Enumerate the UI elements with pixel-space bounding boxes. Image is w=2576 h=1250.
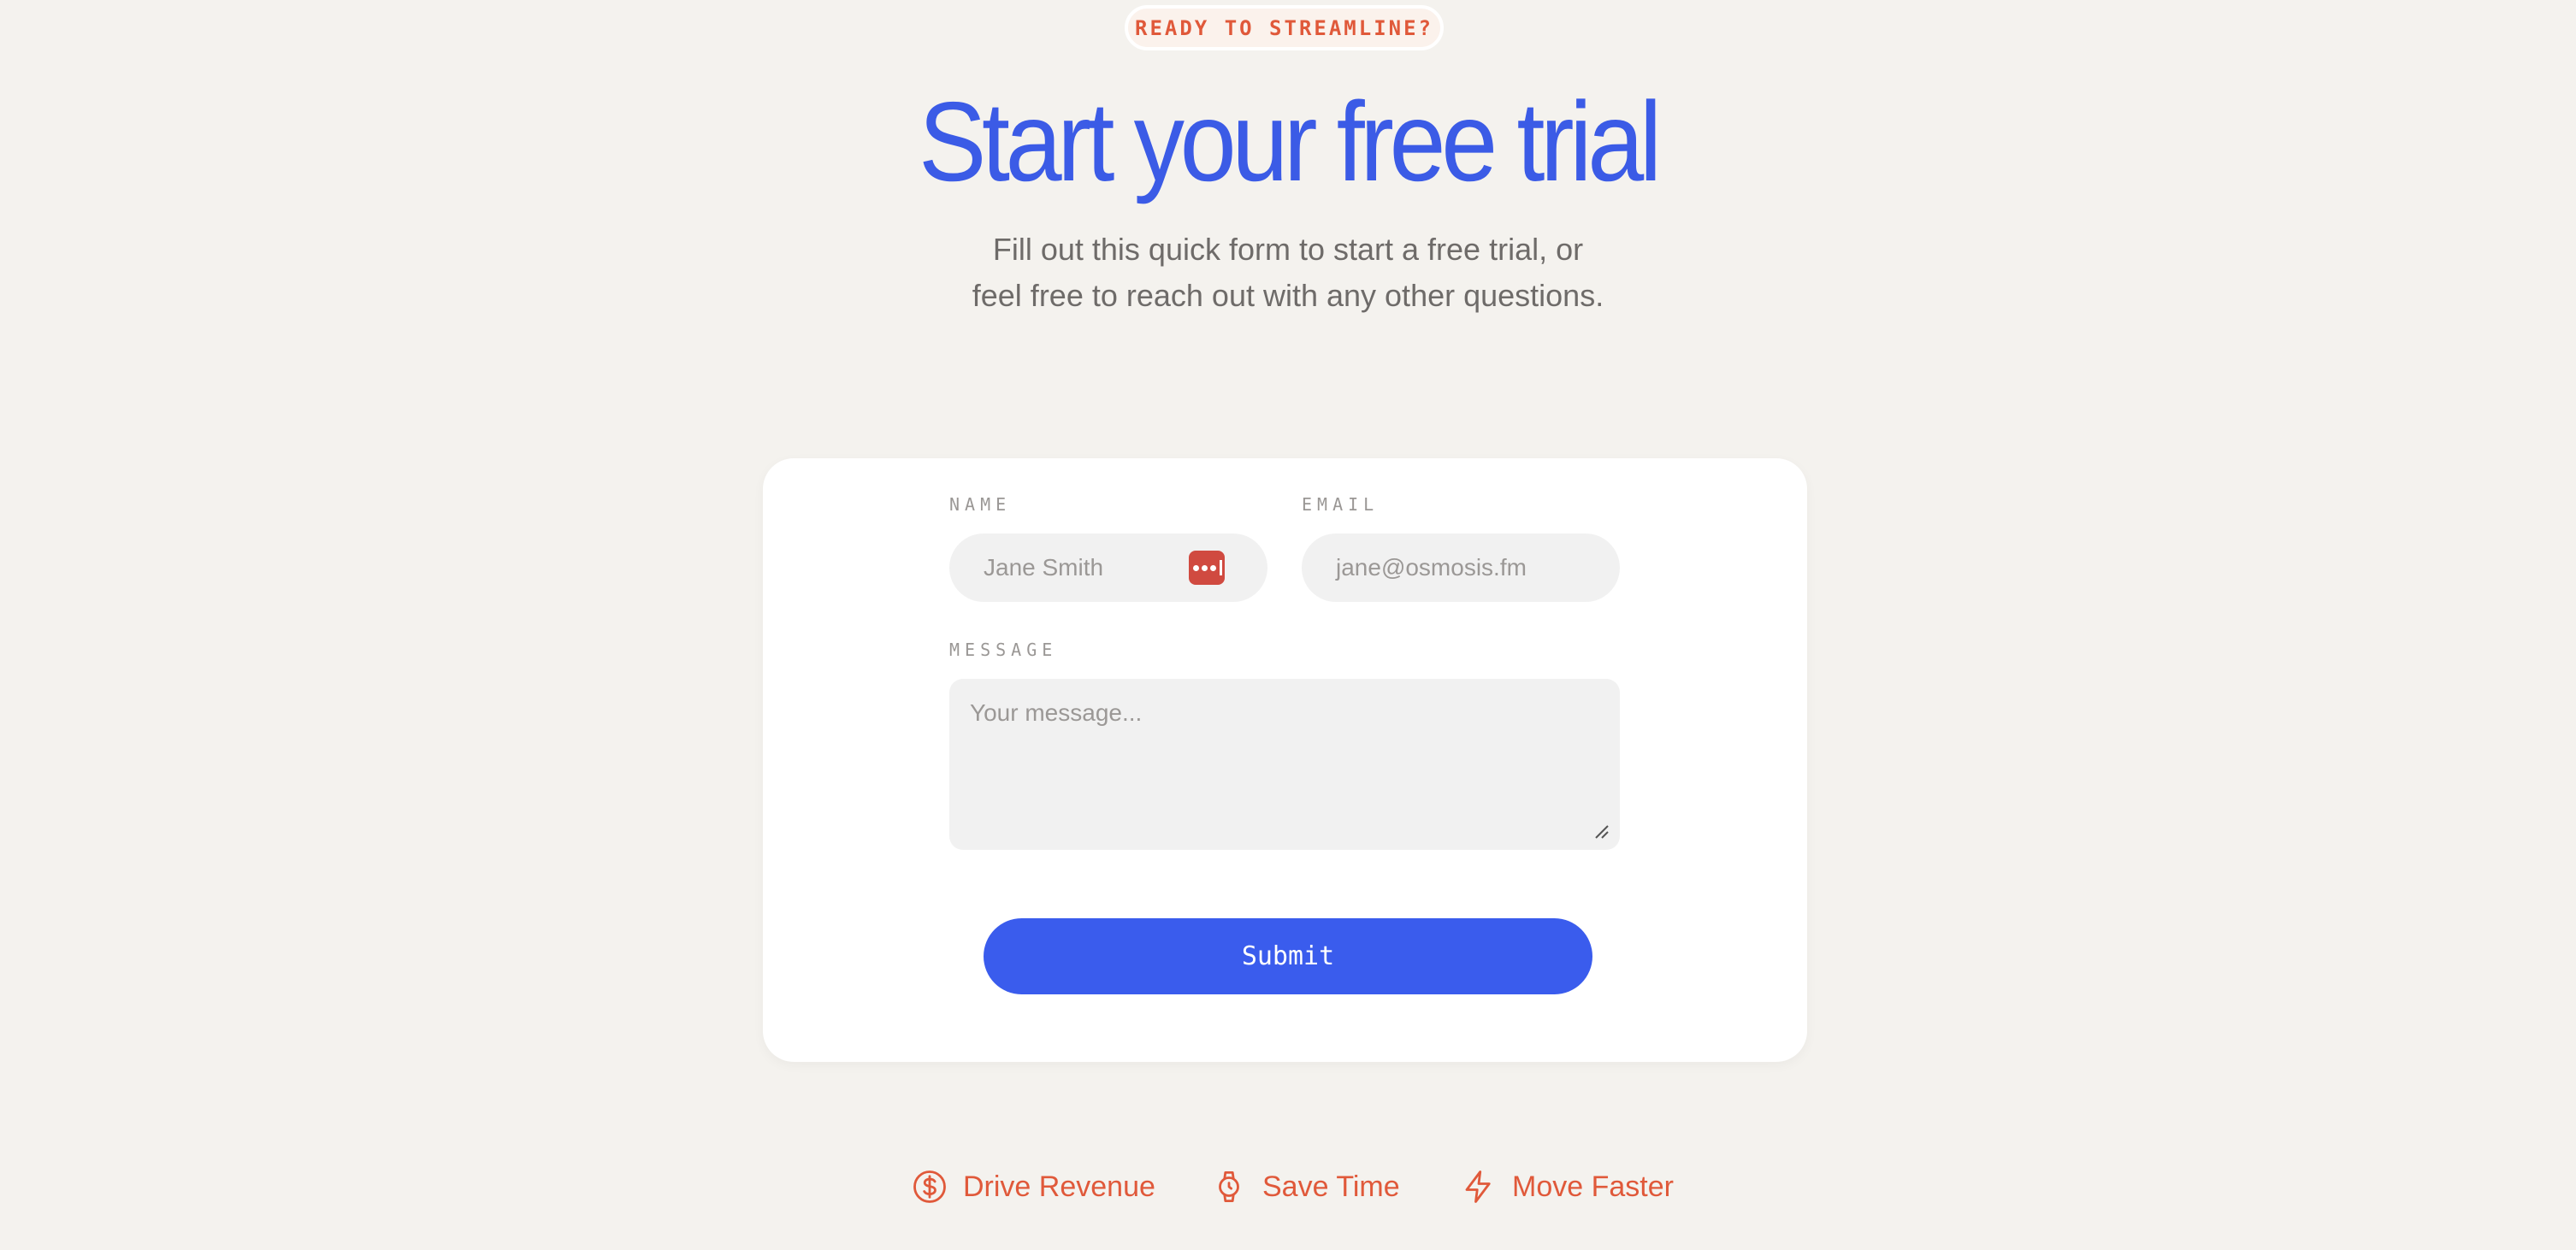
name-placeholder: Jane Smith <box>984 554 1104 581</box>
feature-drive-revenue: Drive Revenue <box>912 1163 1155 1211</box>
email-placeholder: jane@osmosis.fm <box>1336 554 1527 581</box>
message-textarea[interactable]: Your message... <box>949 679 1620 850</box>
password-manager-icon[interactable] <box>1189 551 1225 585</box>
email-label: EMAIL <box>1302 494 1380 515</box>
watch-icon <box>1219 1170 1239 1203</box>
feature-move-faster: Move Faster <box>1461 1163 1674 1211</box>
eyebrow-badge: READY TO STREAMLINE? <box>1125 5 1444 50</box>
name-input[interactable]: Jane Smith <box>949 534 1267 602</box>
page-title: Start your free trial <box>919 79 1662 204</box>
page-subtitle: Fill out this quick form to start a free… <box>0 227 2576 319</box>
feature-label: Save Time <box>1262 1170 1400 1203</box>
message-placeholder: Your message... <box>970 699 1143 726</box>
lightning-icon <box>1465 1170 1491 1203</box>
name-label: NAME <box>949 494 1012 515</box>
feature-label: Drive Revenue <box>963 1170 1155 1203</box>
resize-handle-icon[interactable] <box>1592 823 1610 840</box>
feature-label: Move Faster <box>1512 1170 1674 1203</box>
submit-button[interactable]: Submit <box>984 918 1592 994</box>
feature-save-time: Save Time <box>1211 1163 1400 1211</box>
message-label: MESSAGE <box>949 640 1058 660</box>
feature-list: Drive Revenue Save Time Move Faster <box>0 1163 2576 1211</box>
subtitle-line-1: Fill out this quick form to start a free… <box>992 232 1584 267</box>
email-input[interactable]: jane@osmosis.fm <box>1302 534 1620 602</box>
dollar-circle-icon <box>913 1170 946 1203</box>
subtitle-line-2: feel free to reach out with any other qu… <box>972 278 1604 313</box>
